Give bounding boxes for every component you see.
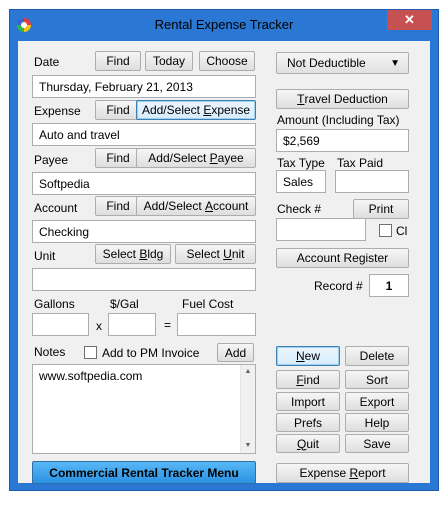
- quit-button-text-1: Q: [296, 436, 307, 451]
- print-check-button[interactable]: Print: [353, 199, 409, 219]
- new-button-text-1: N: [295, 349, 305, 363]
- account-register-button[interactable]: Account Register: [276, 248, 409, 268]
- per-gallon-label: $/Gal: [110, 297, 139, 311]
- fuel-cost-field[interactable]: [177, 313, 256, 336]
- record-number-field[interactable]: 1: [369, 274, 409, 297]
- save-button[interactable]: Save: [345, 434, 409, 453]
- sort-button[interactable]: Sort: [345, 370, 409, 389]
- help-button[interactable]: Help: [345, 413, 409, 432]
- notes-label: Notes: [34, 345, 66, 359]
- unit-field[interactable]: [32, 268, 256, 291]
- prefs-button[interactable]: Prefs: [276, 413, 340, 432]
- check-number-label: Check #: [277, 202, 322, 216]
- deductible-select[interactable]: Not Deductible ▼: [276, 52, 409, 74]
- payee-find-button[interactable]: Find: [95, 148, 141, 168]
- fuel-cost-label: Fuel Cost: [182, 297, 234, 311]
- add-select-expense-text-2: E: [203, 103, 212, 117]
- tax-paid-label: Tax Paid: [337, 156, 384, 170]
- tax-type-label: Tax Type: [277, 156, 325, 170]
- quit-button-text-2: uit: [306, 436, 320, 451]
- date-field[interactable]: Thursday, February 21, 2013: [32, 75, 256, 98]
- add-select-expense-button[interactable]: Add/Select Expense: [136, 100, 256, 120]
- date-label: Date: [34, 55, 60, 69]
- find-record-text-1: F: [296, 372, 304, 387]
- record-number-label: Record #: [314, 279, 363, 293]
- notes-textarea[interactable]: www.softpedia.com ▲ ▼: [32, 364, 256, 454]
- select-bldg-text-3: ldg: [147, 247, 164, 261]
- close-button[interactable]: ✕: [387, 10, 432, 30]
- find-record-button[interactable]: Find: [276, 370, 340, 389]
- select-bldg-text-1: Select: [102, 247, 140, 261]
- check-number-field[interactable]: [276, 218, 366, 241]
- add-select-expense-text-3: xpense: [211, 103, 251, 117]
- choose-date-button[interactable]: Choose: [199, 51, 255, 71]
- add-select-account-button[interactable]: Add/Select Account: [136, 196, 256, 216]
- cleared-checkbox[interactable]: [379, 224, 392, 237]
- select-unit-text-2: U: [223, 247, 232, 261]
- gallons-label: Gallons: [34, 297, 75, 311]
- add-select-account-text-2: A: [205, 199, 214, 213]
- add-select-payee-button[interactable]: Add/Select Payee: [136, 148, 256, 168]
- commercial-rental-tracker-menu-button[interactable]: Commercial Rental Tracker Menu: [32, 461, 256, 484]
- new-button[interactable]: New: [276, 346, 340, 366]
- delete-button[interactable]: Delete: [345, 346, 409, 366]
- add-select-account-text-1: Add/Select: [143, 199, 205, 213]
- select-unit-text-3: nit: [231, 247, 245, 261]
- expense-report-text-2: R: [349, 466, 359, 480]
- expense-report-text-3: eport: [358, 466, 386, 480]
- chevron-down-icon: ▼: [390, 58, 400, 69]
- find-record-text-2: ind: [303, 372, 320, 387]
- notes-scrollbar[interactable]: ▲ ▼: [240, 365, 255, 453]
- add-note-button[interactable]: Add: [217, 343, 254, 362]
- amount-label: Amount (Including Tax): [277, 113, 400, 127]
- deductible-select-value: Not Deductible: [287, 56, 366, 70]
- tax-paid-field[interactable]: [335, 170, 409, 193]
- add-select-payee-text-1: Add/Select: [148, 151, 210, 165]
- amount-field[interactable]: $2,569: [276, 129, 409, 152]
- scroll-up-icon[interactable]: ▲: [241, 365, 255, 379]
- add-select-payee-text-2: P: [209, 151, 218, 165]
- times-sign: x: [96, 319, 102, 333]
- notes-text: www.softpedia.com: [39, 369, 143, 383]
- select-unit-button[interactable]: Select Unit: [175, 244, 256, 264]
- add-to-pm-invoice-checkbox[interactable]: [84, 346, 97, 359]
- quit-button[interactable]: Quit: [276, 434, 340, 453]
- payee-field[interactable]: Softpedia: [32, 172, 256, 195]
- import-button[interactable]: Import: [276, 392, 340, 411]
- account-field[interactable]: Checking: [32, 220, 256, 243]
- unit-label: Unit: [34, 249, 56, 263]
- account-label: Account: [34, 201, 78, 215]
- price-per-gallon-field[interactable]: [108, 313, 156, 336]
- window-title: Rental Expense Tracker: [154, 17, 294, 32]
- expense-report-text-1: Expense: [299, 466, 350, 480]
- equals-sign: =: [164, 318, 172, 332]
- select-unit-text-1: Select: [186, 247, 224, 261]
- date-find-button[interactable]: Find: [95, 51, 141, 71]
- expense-report-button[interactable]: Expense Report: [276, 463, 409, 483]
- new-button-text-2: ew: [304, 349, 320, 363]
- gallons-field[interactable]: [32, 313, 89, 336]
- expense-label: Expense: [34, 104, 81, 118]
- travel-deduction-text-2: ravel Deduction: [304, 92, 388, 106]
- add-to-pm-invoice-label: Add to PM Invoice: [102, 346, 200, 360]
- expense-find-button[interactable]: Find: [95, 100, 141, 120]
- export-button[interactable]: Export: [345, 392, 409, 411]
- expense-field[interactable]: Auto and travel: [32, 123, 256, 146]
- payee-label: Payee: [34, 153, 69, 167]
- app-window: Rental Expense Tracker ✕ Date Find Today…: [9, 9, 439, 491]
- travel-deduction-button[interactable]: Travel Deduction: [276, 89, 409, 109]
- cleared-label: Cl: [396, 224, 408, 238]
- select-bldg-text-2: B: [139, 247, 148, 261]
- add-select-account-text-3: ccount: [213, 199, 249, 213]
- add-select-payee-text-3: ayee: [217, 151, 244, 165]
- today-button[interactable]: Today: [145, 51, 193, 71]
- title-bar: Rental Expense Tracker ✕: [10, 10, 438, 40]
- travel-deduction-text-1: T: [297, 92, 305, 106]
- account-find-button[interactable]: Find: [95, 196, 141, 216]
- main-form: Date Find Today Choose Thursday, Februar…: [18, 41, 430, 484]
- scroll-down-icon[interactable]: ▼: [241, 439, 255, 453]
- tax-type-field[interactable]: Sales: [276, 170, 326, 193]
- select-bldg-button[interactable]: Select Bldg: [95, 244, 171, 264]
- add-select-expense-text-1: Add/Select: [141, 103, 204, 117]
